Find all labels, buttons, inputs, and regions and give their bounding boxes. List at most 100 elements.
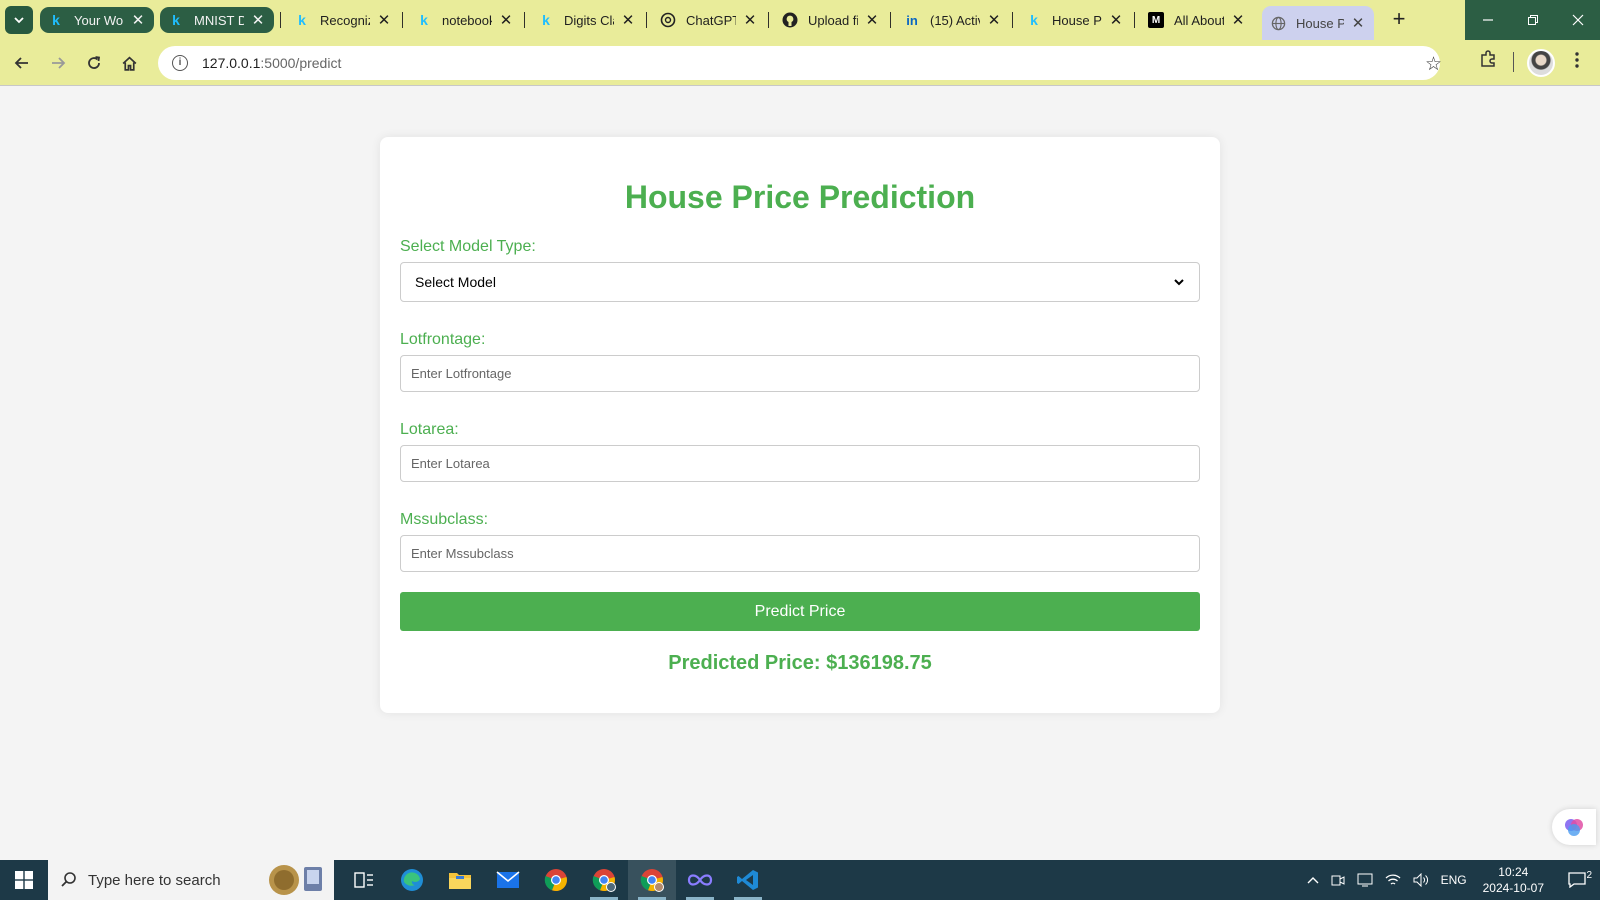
meet-icon[interactable] [1325,873,1351,887]
task-view-icon[interactable] [340,860,388,900]
file-explorer-icon[interactable] [436,860,484,900]
tab-title: (15) Activ [930,12,980,28]
copilot-button[interactable] [1552,809,1596,845]
windows-taskbar: Type here to search ENG 10:24 2024-10-07… [0,860,1600,900]
toolbar-divider [1513,52,1514,72]
reload-icon [88,56,101,69]
close-icon[interactable]: ✕ [1108,11,1124,29]
tab-0[interactable]: k Your Work ✕ [40,7,154,33]
mssubclass-label: Mssubclass: [400,511,489,528]
chrome-profile-icon[interactable] [580,860,628,900]
start-button[interactable] [0,860,48,900]
profile-avatar[interactable] [1527,49,1555,77]
tab-10-active[interactable]: House Pr ✕ [1262,6,1374,40]
notifications-button[interactable]: 2 [1554,870,1600,888]
tab-title: House Pr [1052,12,1102,28]
model-type-label: Select Model Type: [400,238,536,255]
close-icon[interactable]: ✕ [620,11,636,29]
chrome-icon[interactable] [532,860,580,900]
bookmark-star-icon[interactable]: ☆ [1425,53,1442,76]
reload-button[interactable] [80,49,108,77]
tab-separator [280,12,281,28]
taskbar-search[interactable]: Type here to search [48,860,334,900]
tab-4[interactable]: k Digits Cla ✕ [530,7,644,33]
tab-title: notebook [442,12,492,28]
minimize-button[interactable] [1465,0,1510,40]
tab-title: House Pr [1296,15,1344,31]
close-icon[interactable]: ✕ [498,11,514,29]
system-tray: ENG 10:24 2024-10-07 2 [1301,860,1600,900]
model-type-select[interactable]: Select Model [400,262,1200,302]
chatgpt-icon [660,12,676,28]
language-indicator[interactable]: ENG [1435,873,1473,887]
tab-9[interactable]: M All About ✕ [1140,7,1254,33]
browser-toolbar: i 127.0.0.1:5000/predict ☆ [0,40,1600,86]
tab-8[interactable]: k House Pr ✕ [1018,7,1132,33]
url-path: :5000/predict [260,55,342,71]
kaggle-icon: k [1030,12,1038,28]
windows-logo-icon [15,871,33,889]
tab-search-button[interactable] [5,6,33,34]
kaggle-icon: k [172,12,180,28]
close-icon[interactable]: ✕ [986,11,1002,29]
show-hidden-icons-chevron-icon[interactable] [1301,875,1325,885]
close-icon[interactable]: ✕ [864,11,880,29]
chrome-active-icon[interactable] [628,860,676,900]
tab-separator [1012,12,1013,28]
tab-title: Upload fil [808,12,858,28]
mssubclass-input[interactable] [400,535,1200,572]
tab-5[interactable]: ChatGPT ✕ [652,7,766,33]
edge-icon[interactable] [388,860,436,900]
close-icon[interactable]: ✕ [130,11,146,29]
tab-3[interactable]: k notebook ✕ [408,7,522,33]
linkedin-icon: in [906,12,918,28]
model-select-value: Select Model [415,274,496,290]
vscode-icon[interactable] [724,860,772,900]
tab-1[interactable]: k MNIST Da ✕ [160,7,274,33]
tab-2[interactable]: k Recogniz ✕ [286,7,400,33]
close-icon[interactable]: ✕ [250,11,266,29]
restore-button[interactable] [1510,0,1555,40]
mail-icon[interactable] [484,860,532,900]
lotfrontage-input[interactable] [400,355,1200,392]
close-icon[interactable]: ✕ [1350,14,1366,32]
search-icon [61,872,76,887]
page-title: House Price Prediction [624,179,976,215]
home-button[interactable] [115,49,143,77]
tab-7[interactable]: in (15) Activ ✕ [896,7,1010,33]
medium-icon: M [1148,12,1164,28]
predict-price-button[interactable]: Predict Price [400,592,1200,631]
home-icon [122,56,136,71]
kaggle-icon: k [52,12,60,28]
tab-title: All About [1174,12,1224,28]
site-info-icon[interactable]: i [172,55,188,71]
close-window-button[interactable] [1555,0,1600,40]
close-icon[interactable]: ✕ [376,11,392,29]
github-icon [782,12,798,28]
display-icon[interactable] [1351,873,1379,887]
close-icon[interactable]: ✕ [742,11,758,29]
clock[interactable]: 10:24 2024-10-07 [1473,864,1554,896]
tab-separator [890,12,891,28]
new-tab-button[interactable]: + [1388,8,1410,31]
window-controls [1465,0,1600,40]
menu-kebab-icon[interactable] [1575,51,1579,74]
extensions-icon[interactable] [1479,50,1497,73]
infinity-app-icon[interactable] [676,860,724,900]
close-icon[interactable]: ✕ [1230,11,1246,29]
kaggle-icon: k [542,12,550,28]
lotarea-input[interactable] [400,445,1200,482]
tab-separator [1134,12,1135,28]
back-button[interactable] [8,49,36,77]
address-bar[interactable]: i 127.0.0.1:5000/predict [158,46,1440,80]
lotarea-label: Lotarea: [400,421,459,438]
tab-strip: k Your Work ✕ k MNIST Da ✕ k Recogniz ✕ … [0,0,1600,40]
wifi-icon[interactable] [1379,873,1407,887]
copilot-brain-icon [1565,819,1583,836]
tab-6[interactable]: Upload fil ✕ [774,7,888,33]
tab-title: MNIST Da [194,12,244,28]
chevron-down-icon [14,17,24,24]
predicted-price-result: Predicted Price: $136198.75 [668,652,932,674]
forward-button[interactable] [44,49,72,77]
volume-icon[interactable] [1407,873,1435,887]
